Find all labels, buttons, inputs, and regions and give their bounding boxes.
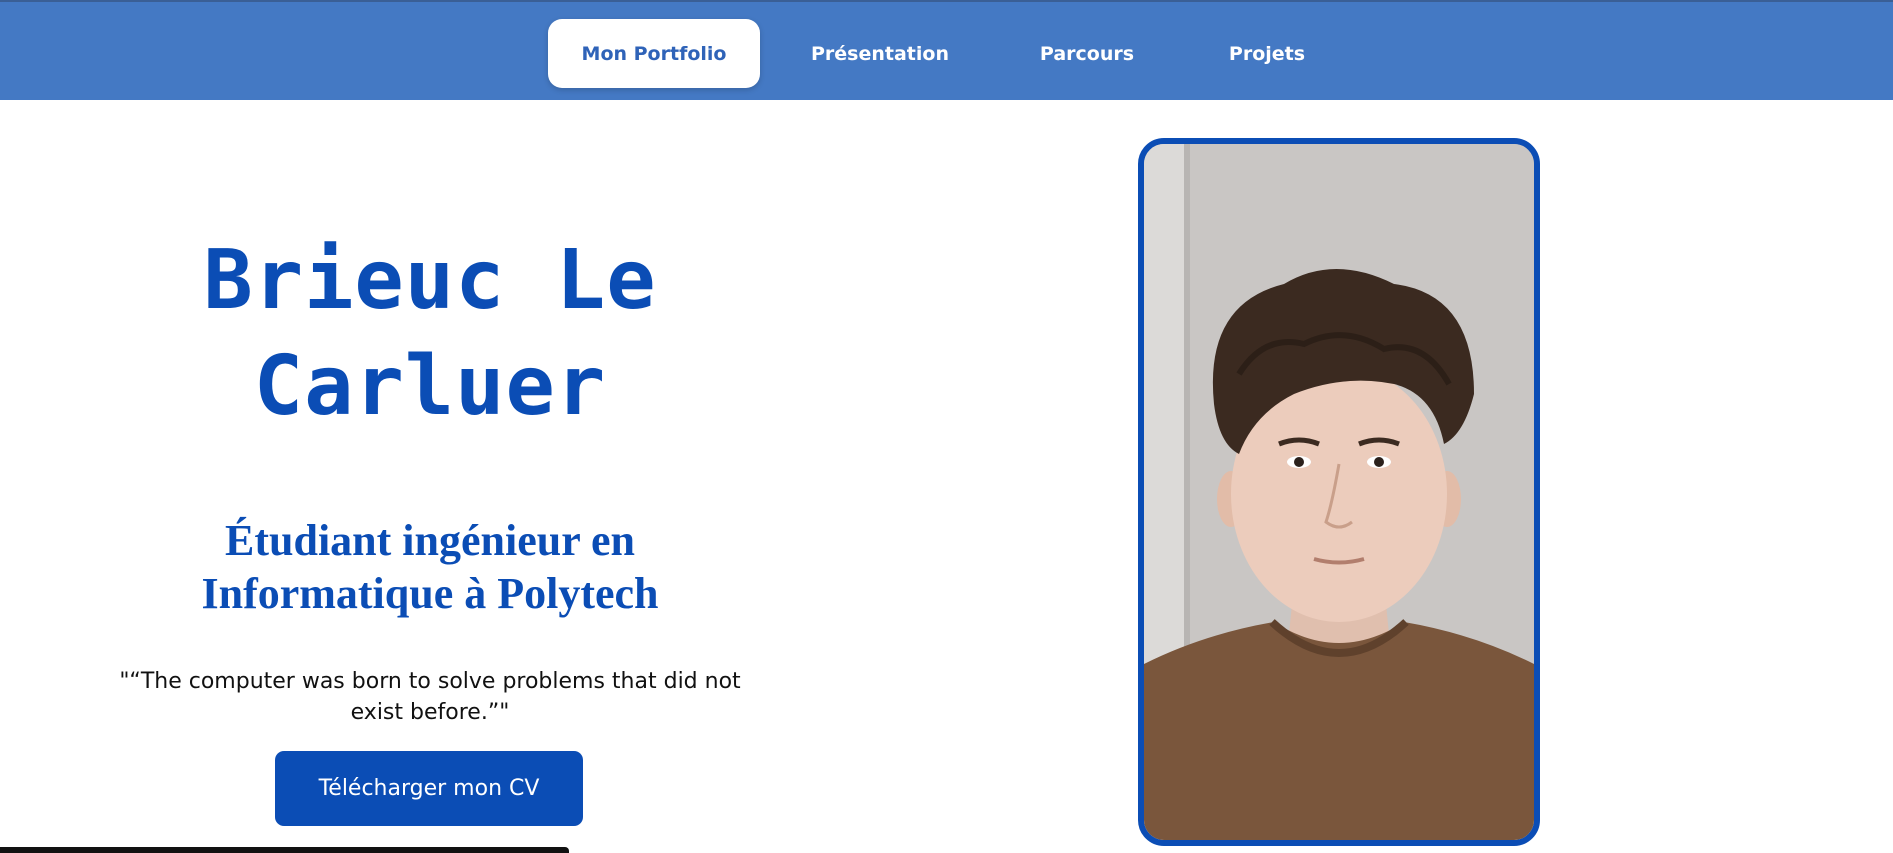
hero-subtitle: Étudiant ingénieur en Informatique à Pol… (201, 516, 659, 618)
nav-item-presentation[interactable]: Présentation (800, 19, 960, 88)
hero-quote: "“The computer was born to solve problem… (119, 669, 741, 725)
hero-name: Brieuc Le Carluer (203, 233, 657, 434)
bottom-scroll-bar (0, 847, 569, 853)
top-navbar: Mon Portfolio Présentation Parcours Proj… (0, 0, 1893, 100)
nav-item-portfolio[interactable]: Mon Portfolio (548, 19, 760, 88)
download-cv-button[interactable]: Télécharger mon CV (275, 751, 583, 826)
profile-photo (1138, 138, 1540, 846)
nav-item-projets[interactable]: Projets (1210, 19, 1324, 88)
nav-item-parcours[interactable]: Parcours (1020, 19, 1154, 88)
